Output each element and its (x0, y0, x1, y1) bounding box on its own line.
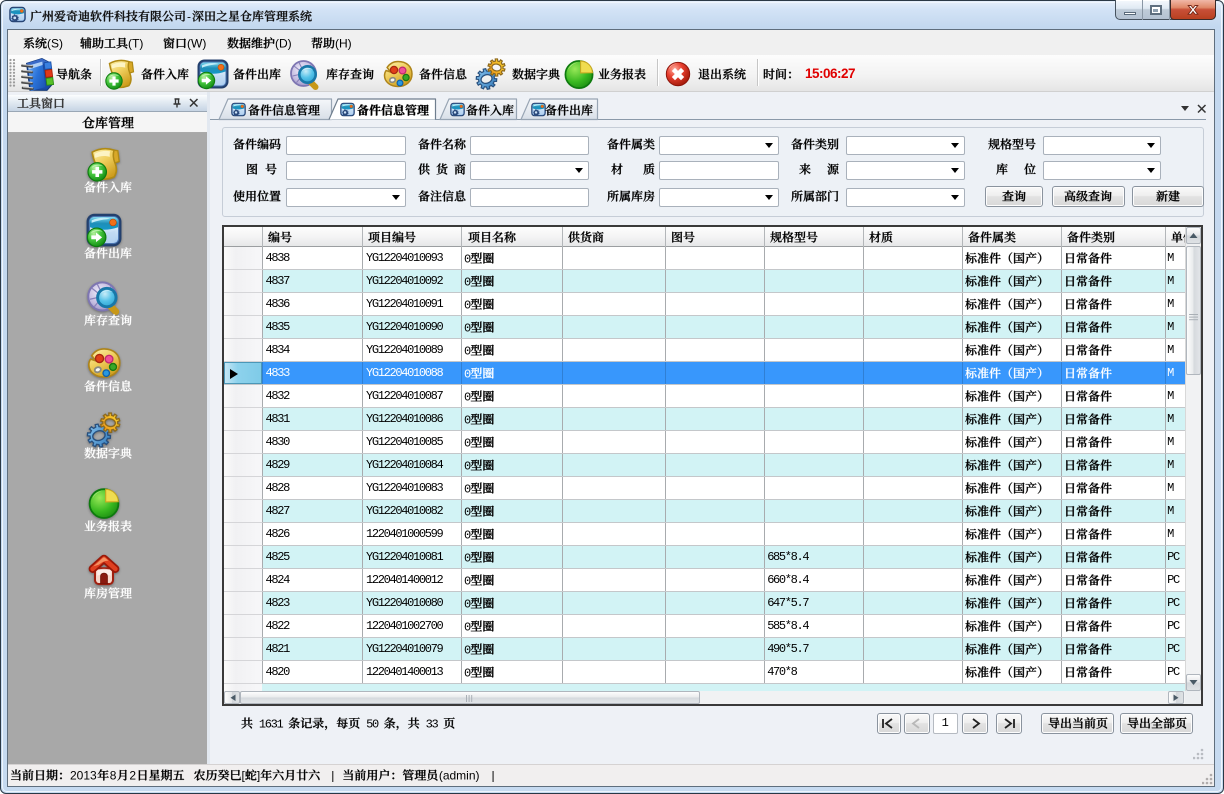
svg-text:0: 0 (464, 552, 471, 566)
svg-text:(admin): (admin) (439, 769, 480, 783)
svg-text:|: | (492, 769, 495, 783)
svg-text:0: 0 (464, 621, 471, 635)
svg-text:0: 0 (464, 322, 471, 336)
svg-text:0: 0 (464, 276, 471, 290)
svg-text:0: 0 (464, 598, 471, 612)
svg-text:2: 2 (129, 769, 136, 783)
svg-text:0: 0 (464, 299, 471, 313)
svg-text:[: [ (242, 769, 246, 783)
svg-text:|: | (331, 769, 334, 783)
svg-text:0: 0 (464, 253, 471, 267)
svg-text:0: 0 (464, 368, 471, 382)
svg-text:0: 0 (464, 644, 471, 658)
svg-text:50: 50 (366, 717, 379, 731)
svg-text:33: 33 (426, 717, 439, 731)
svg-text:0: 0 (464, 529, 471, 543)
svg-text:0: 0 (464, 391, 471, 405)
svg-text:0: 0 (464, 506, 471, 520)
svg-text:0: 0 (464, 667, 471, 681)
svg-text:0: 0 (464, 345, 471, 359)
svg-text:0: 0 (464, 437, 471, 451)
svg-text:0: 0 (464, 460, 471, 474)
svg-text:]: ] (257, 769, 260, 783)
svg-text:2013: 2013 (70, 769, 97, 783)
svg-text:8: 8 (110, 769, 117, 783)
svg-text:0: 0 (464, 483, 471, 497)
svg-text:1631: 1631 (259, 717, 284, 731)
svg-text:0: 0 (464, 575, 471, 589)
svg-text:0: 0 (464, 414, 471, 428)
